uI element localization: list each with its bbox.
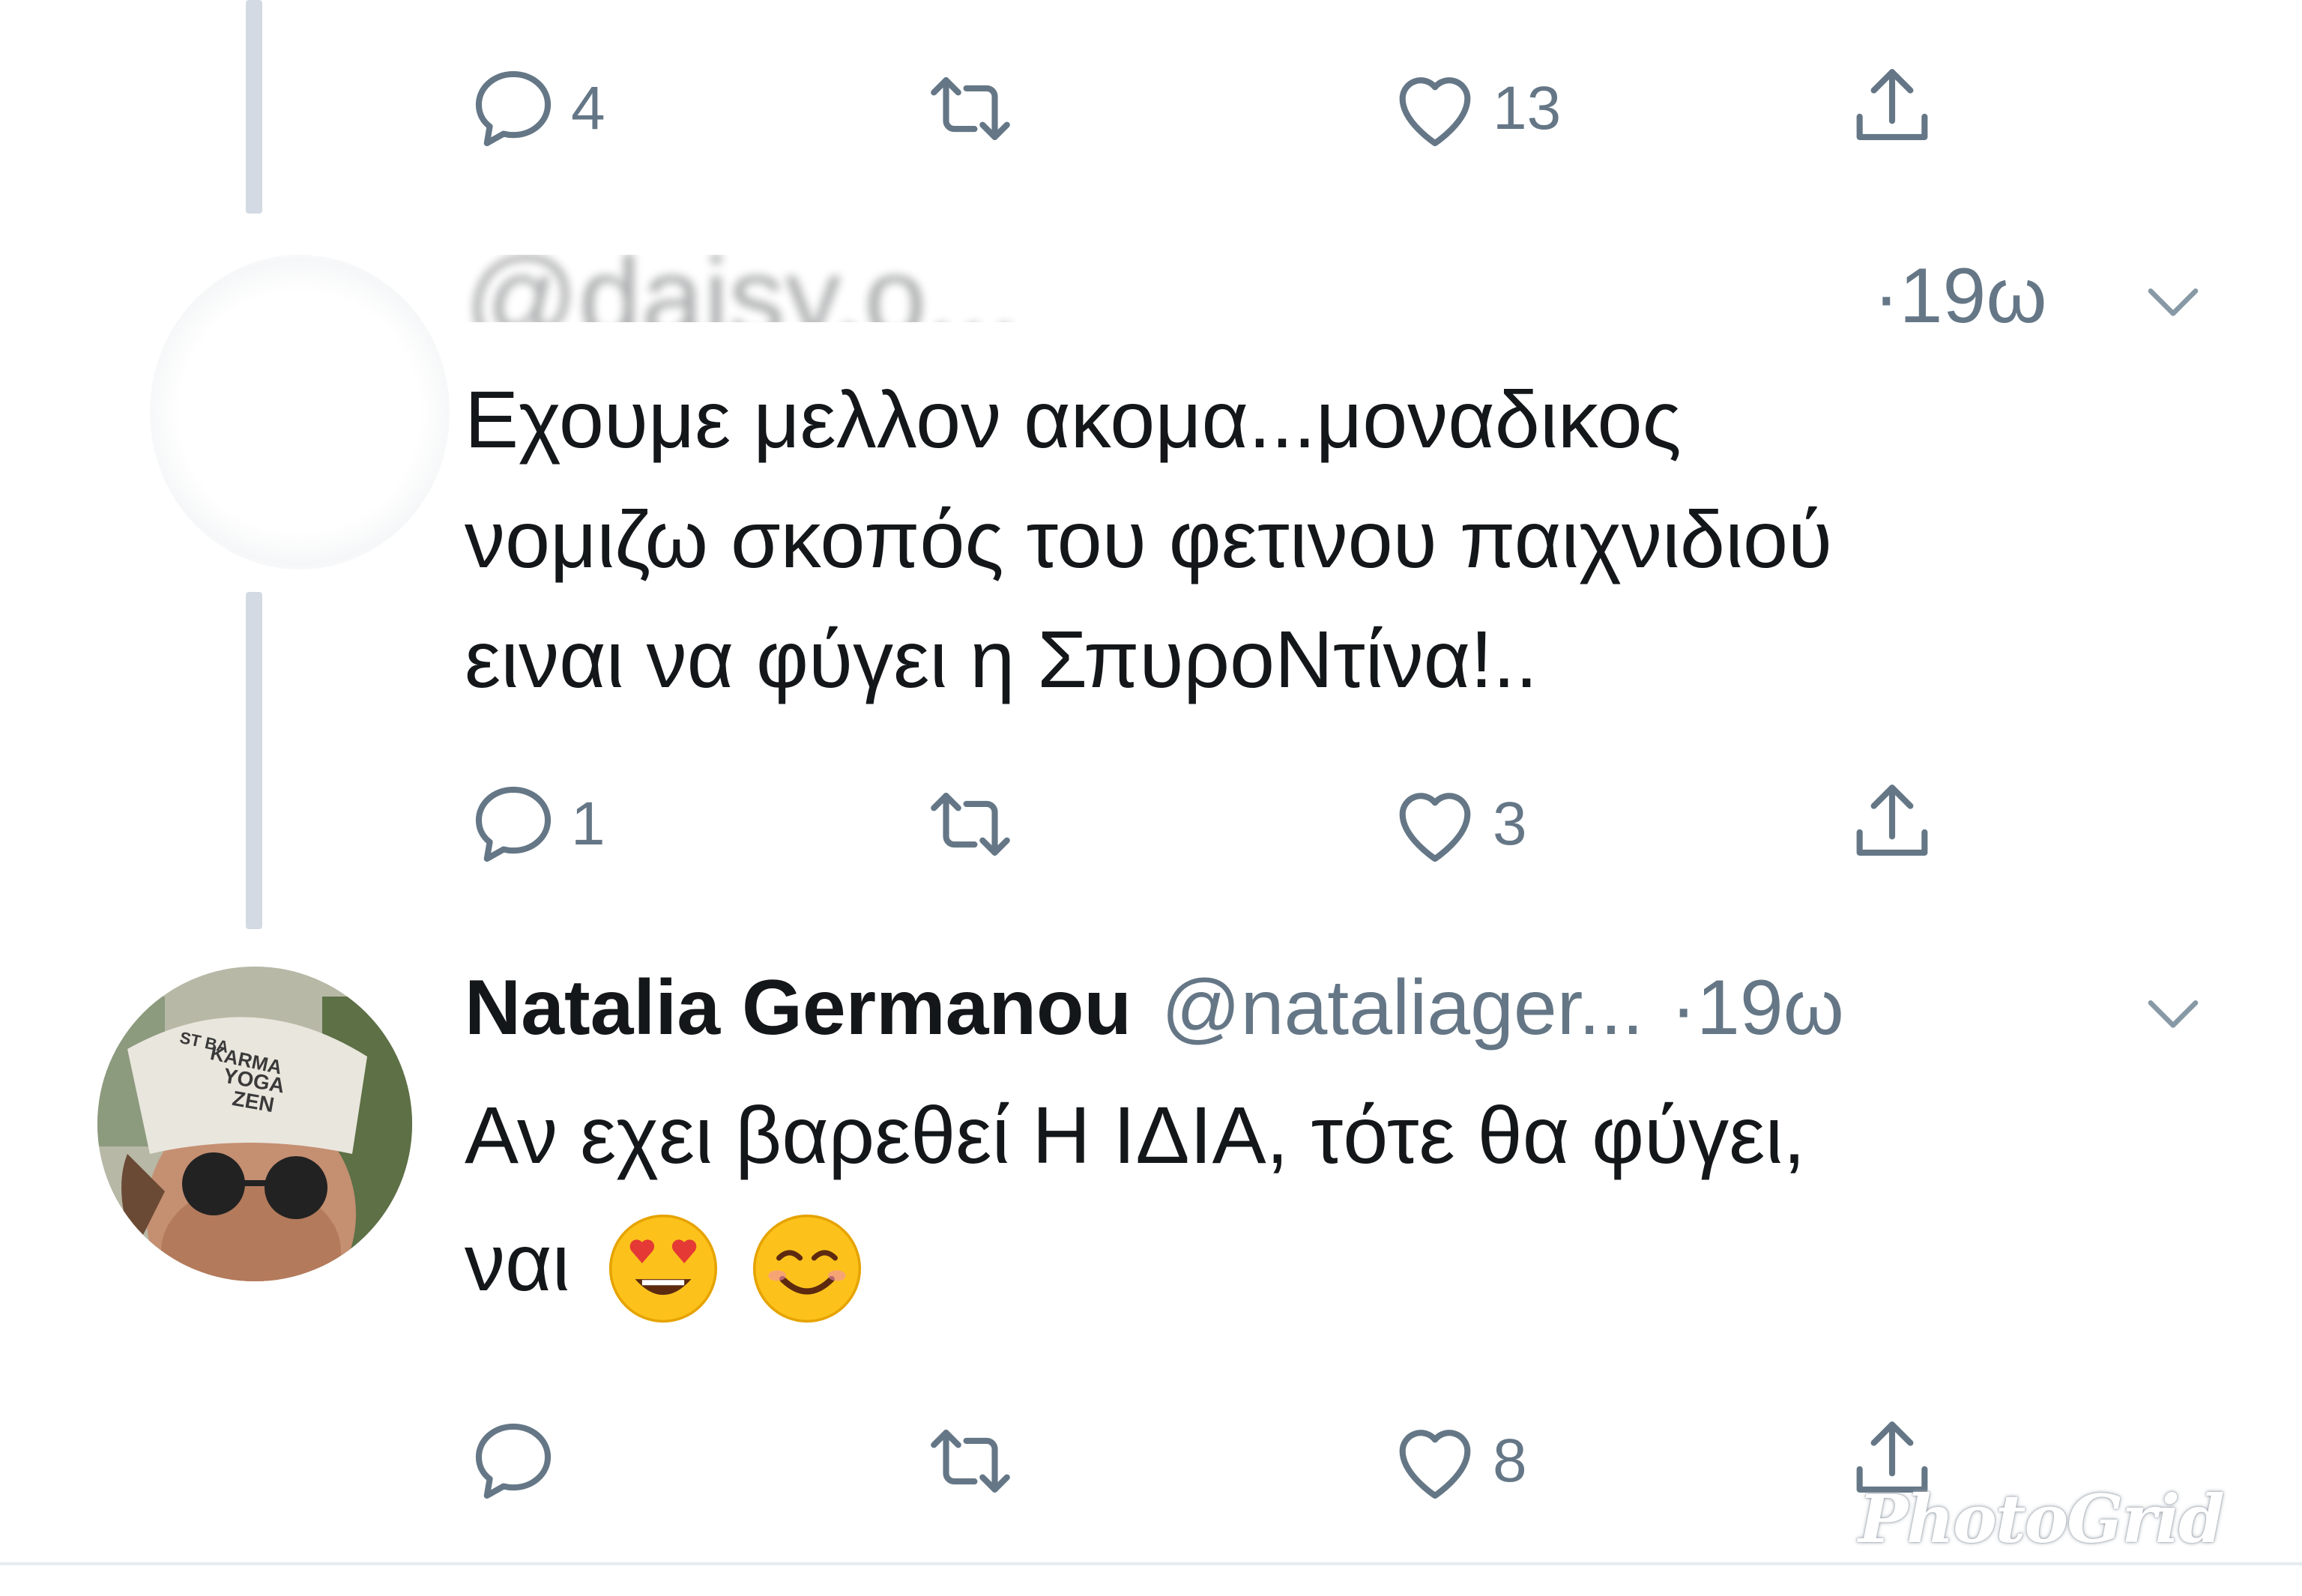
reply-button[interactable] — [465, 1412, 562, 1510]
retweet-icon — [931, 793, 1010, 856]
like-button[interactable]: 8 — [1386, 1412, 1527, 1510]
thread-line-middle — [246, 592, 262, 929]
tweet-text-line: Εχουμε μελλον ακομα...μοναδικος — [465, 374, 1682, 465]
share-icon — [1856, 785, 1928, 856]
tweet-text-line: ναι — [465, 1217, 570, 1308]
share-icon — [1856, 69, 1928, 140]
avatar-image: ST BA KARMA YOGA ZEN — [97, 967, 412, 1281]
tweet-meta: ·19ω — [1873, 251, 2047, 341]
avatar[interactable]: ST BA KARMA YOGA ZEN — [97, 967, 412, 1281]
retweet-button[interactable] — [922, 60, 1019, 157]
author-handle[interactable]: @nataliager... — [1161, 964, 1643, 1053]
tweet-text-line: ειναι να φύγει η ΣπυροΝτίνα!.. — [465, 614, 1538, 704]
retweet-button[interactable] — [922, 1412, 1019, 1510]
tweet-text-line: Αν εχει βαρεθεί Η ΙΔΙΑ, τότε θα φύγει, — [465, 1089, 1806, 1180]
reply-button[interactable]: 1 — [465, 776, 605, 873]
like-button[interactable]: 13 — [1386, 60, 1561, 157]
tweet-meta: Natalia Germanou @nataliager... ·19ω — [465, 963, 1844, 1053]
timestamp[interactable]: ·19ω — [1670, 964, 1844, 1053]
reply-icon — [475, 786, 552, 862]
share-button[interactable] — [1843, 776, 1941, 873]
timestamp[interactable]: ·19ω — [1873, 252, 2047, 341]
heart-icon — [1399, 793, 1471, 862]
divider — [0, 1562, 2302, 1565]
share-button[interactable] — [1843, 60, 1941, 157]
reply-icon — [475, 1423, 552, 1499]
retweet-icon — [931, 1430, 1010, 1493]
retweet-button[interactable] — [922, 776, 1019, 873]
chevron-down-icon[interactable] — [2143, 281, 2203, 326]
chevron-down-icon[interactable] — [2143, 993, 2203, 1038]
like-count: 3 — [1493, 790, 1527, 858]
heart-eyes-emoji-icon — [609, 1215, 718, 1323]
reply-icon — [475, 70, 552, 147]
like-button[interactable]: 3 — [1386, 776, 1527, 873]
retweet-icon — [931, 77, 1010, 140]
photogrid-watermark: PhotoGrid — [1858, 1480, 2225, 1558]
tweet-text-line: νομιζω σκοπός του φετινου παιχνιδιού — [465, 494, 1833, 584]
thread-line-top — [246, 0, 262, 214]
avatar-obscured[interactable] — [150, 255, 450, 569]
reply-button[interactable]: 4 — [465, 60, 605, 157]
heart-icon — [1399, 1430, 1471, 1499]
like-count: 8 — [1493, 1427, 1527, 1495]
smiling-emoji-icon — [753, 1215, 862, 1323]
reply-count: 1 — [571, 790, 605, 858]
heart-icon — [1399, 77, 1471, 147]
author-name[interactable]: Natalia Germanou — [465, 964, 1132, 1053]
tweet-text: Αν εχει βαρεθεί Η ΙΔΙΑ, τότε θα φύγει, ν… — [465, 1071, 1805, 1326]
like-count: 13 — [1493, 74, 1562, 142]
tweet-text-line-with-emoji: ναι — [465, 1199, 1805, 1326]
reply-count: 4 — [571, 74, 605, 142]
tweet-text: Εχουμε μελλον ακομα...μοναδικος νομιζω σ… — [465, 360, 1832, 719]
author-name-obscured: @daisy.o... — [465, 255, 1021, 322]
